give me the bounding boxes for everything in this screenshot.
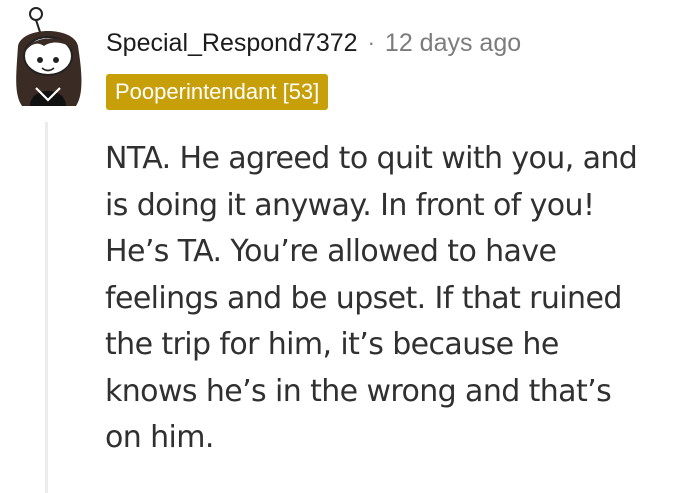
comment-text-line: knows he’s in the wrong and that’s [105,373,612,409]
comment-text-line: feelings and be upset. If that ruined [105,280,622,316]
snoo-avatar-icon [16,7,82,106]
comment-text-line: is doing it anyway. In front of you! [105,187,595,223]
comment-text-line: He’s TA. You’re allowed to have [105,234,557,269]
meta-separator: · [367,30,375,55]
thread-line[interactable] [45,122,48,493]
user-flair-badge: Pooperintendant [53] [106,74,329,110]
timestamp-link[interactable]: 12 days ago [385,28,521,58]
comment-text-line: on him. [105,420,214,455]
avatar[interactable] [6,6,90,110]
comment-text-line: the trip for him, it’s because he [105,327,559,362]
comment-header: Special_Respond7372 · 12 days ago [106,28,521,58]
username-link[interactable]: Special_Respond7372 [106,28,358,58]
comment-text-line: NTA. He agreed to quit with you, and [105,141,638,176]
comment-body: NTA. He agreed to quit with you, and is … [105,136,695,462]
